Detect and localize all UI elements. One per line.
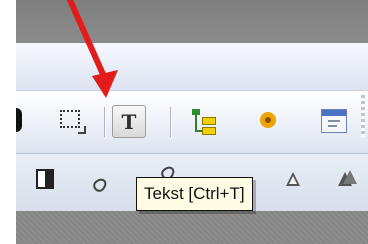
app-window: T Tekst [Ctrl+T]: [16, 0, 368, 244]
window-line: [328, 120, 340, 122]
window-icon[interactable]: [321, 109, 347, 133]
triangle-front: [343, 170, 357, 184]
partial-toolbar-button[interactable]: [16, 108, 22, 132]
triangle-icon[interactable]: [284, 170, 302, 188]
selection-cursor: [78, 126, 86, 134]
tree-icon[interactable]: [192, 108, 220, 136]
text-tool-tooltip: Tekst [Ctrl+T]: [136, 177, 253, 211]
text-tool-button[interactable]: T: [112, 105, 146, 138]
window-titlebar: [322, 110, 346, 116]
select-area-icon[interactable]: [60, 110, 86, 134]
window-background-top: [16, 0, 368, 43]
text-tool-glyph: T: [121, 109, 137, 134]
selection-rectangle: [60, 110, 80, 128]
gear-icon[interactable]: [257, 109, 279, 131]
toolbar-separator: [170, 107, 171, 137]
window-background-bottom: [16, 211, 368, 244]
tree-child-node: [202, 127, 216, 135]
drop-icon[interactable]: [92, 176, 104, 192]
tree-connector: [195, 115, 202, 132]
tree-root-node: [192, 109, 200, 115]
toolbar-separator: [104, 107, 105, 137]
gear-hole: [265, 117, 271, 123]
tree-child-node: [202, 117, 216, 125]
double-triangle-icon[interactable]: [338, 170, 360, 188]
toolbar-grip-icon[interactable]: [361, 95, 365, 137]
ribbon-header-band: [16, 43, 368, 90]
bookmark-icon[interactable]: [36, 169, 54, 189]
window-line: [328, 125, 337, 127]
